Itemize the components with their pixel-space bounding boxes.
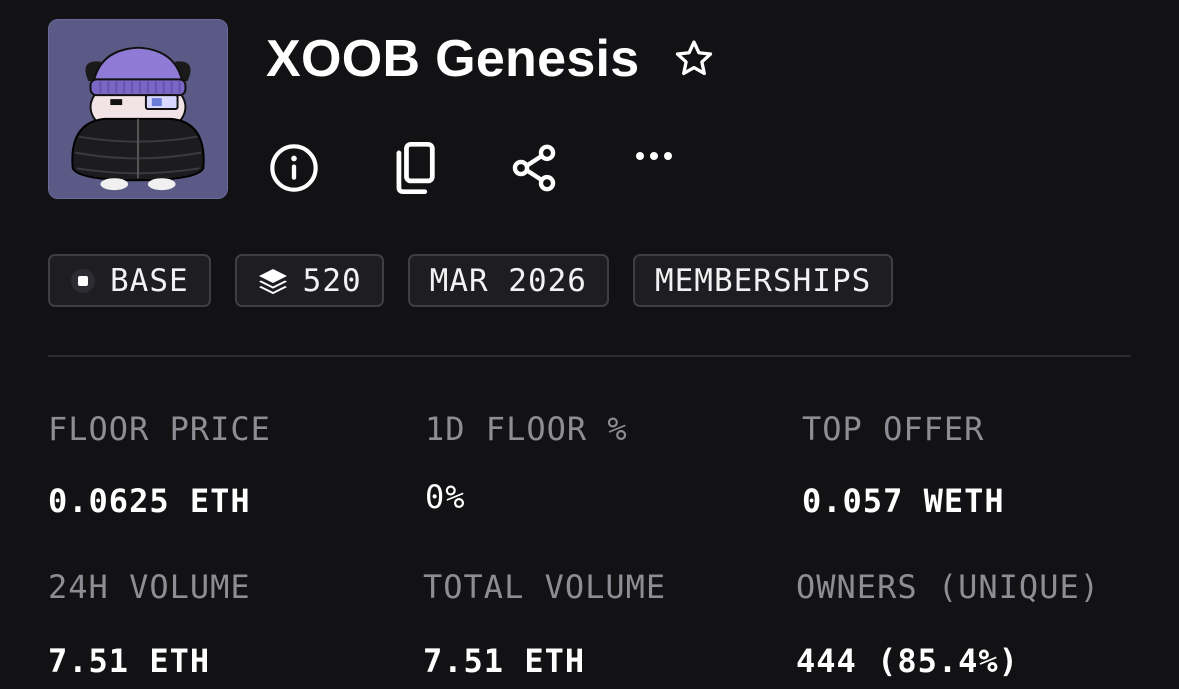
stat-floor-price-value: 0.0625 ETH (48, 482, 251, 520)
share-icon (512, 144, 556, 192)
favorite-button[interactable] (670, 35, 718, 83)
info-button[interactable] (266, 140, 322, 196)
floor-price-value: 0.0625 ETH (48, 482, 251, 520)
stat-owners-value: 444 (85.4%) (796, 642, 1019, 680)
stat-top-offer: TOP OFFER (802, 410, 984, 448)
share-button[interactable] (506, 140, 562, 196)
volume-24h-label: 24H VOLUME (48, 568, 251, 606)
stat-top-offer-value: 0.057 WETH (802, 482, 1005, 520)
owners-value: 444 (85.4%) (796, 642, 1019, 680)
supply-chip[interactable]: 520 (234, 254, 384, 307)
avatar-character-image (49, 20, 227, 198)
star-outline-icon (675, 40, 712, 76)
floor-change-value: 0% (425, 478, 466, 516)
stat-floor-price: FLOOR PRICE (48, 410, 271, 448)
collection-chips: BASE 520 MAR 2026 MEMBERSHIPS (48, 254, 894, 307)
more-horizontal-icon (636, 152, 672, 160)
volume-24h-value: 7.51 ETH (48, 642, 211, 680)
stat-floor-change: 1D FLOOR % (425, 410, 628, 448)
title-row: XOOB Genesis (266, 28, 718, 90)
stat-volume-24h-value: 7.51 ETH (48, 642, 210, 680)
total-volume-value: 7.51 ETH (423, 642, 586, 680)
chain-chip[interactable]: BASE (48, 254, 211, 307)
copy-button[interactable] (386, 140, 442, 196)
base-chain-icon (70, 268, 96, 294)
owners-label: OWNERS (UNIQUE) (796, 568, 1100, 606)
more-options-button[interactable] (626, 140, 682, 196)
info-circle-icon (270, 144, 318, 192)
floor-price-label: FLOOR PRICE (48, 410, 271, 448)
action-toolbar (266, 138, 682, 198)
category-chip[interactable]: MEMBERSHIPS (632, 254, 894, 307)
collection-header-page: XOOB Genesis BASE 520 MAR 2026 MEMBERSHI… (0, 0, 1179, 689)
top-offer-label: TOP OFFER (802, 410, 985, 448)
date-chip[interactable]: MAR 2026 (407, 254, 609, 307)
stat-volume-24h: 24H VOLUME (48, 568, 251, 606)
floor-change-label: 1D FLOOR % (425, 410, 628, 448)
date-label: MAR 2026 (429, 262, 587, 299)
top-offer-value: 0.057 WETH (802, 482, 1005, 520)
category-label: MEMBERSHIPS (654, 262, 872, 299)
supply-count: 520 (302, 262, 362, 299)
total-volume-label: TOTAL VOLUME (423, 568, 667, 606)
collection-avatar[interactable] (48, 19, 228, 199)
copy-icon (396, 141, 435, 195)
chain-label: BASE (110, 262, 189, 299)
stat-floor-change-value: 0% (425, 478, 466, 516)
stat-total-volume: TOTAL VOLUME (423, 568, 666, 606)
stat-owners: OWNERS (UNIQUE) (796, 568, 1100, 606)
collection-title: XOOB Genesis (266, 30, 640, 88)
layers-icon (257, 267, 289, 295)
section-divider (48, 355, 1131, 357)
stat-total-volume-value: 7.51 ETH (423, 642, 585, 680)
